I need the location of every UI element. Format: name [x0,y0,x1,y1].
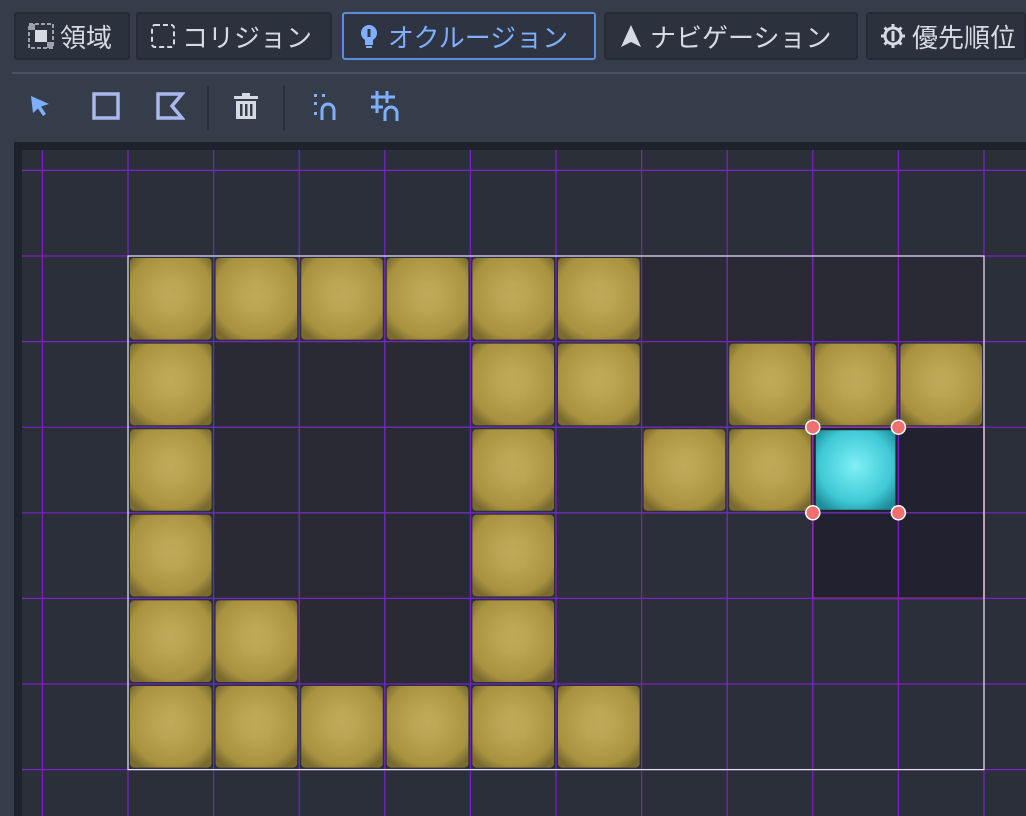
tile-detail [757,371,783,398]
empty-cell-region [213,427,471,513]
collision-shape-icon [150,23,176,49]
polygon-handle[interactable] [805,505,821,521]
tile-detail [928,371,955,398]
keep-inside-tile-button[interactable] [302,86,346,130]
tab-label: ナビゲーション [650,23,832,54]
priority-gear-icon [880,23,906,49]
tile-detail [157,542,184,569]
select-tool-button[interactable] [18,86,62,130]
tile-detail [157,628,184,655]
tab-bar: 領域 コリジョン オクルージョン ナビゲーション 優先順位 [0,0,1026,74]
polygon-handle[interactable] [890,419,907,435]
tile-detail [414,713,441,740]
tile-detail [500,542,527,569]
tile-editor-viewport[interactable] [14,142,1026,816]
grid-snap-button[interactable] [364,86,408,130]
tab-label: オクルージョン [388,23,569,54]
tab-collision[interactable]: コリジョン [136,12,332,60]
tile-detail [671,457,698,483]
tab-occlusion[interactable]: オクルージョン [342,12,596,60]
empty-cell-region [641,341,728,428]
tile-canvas[interactable] [22,150,1026,816]
tab-priority[interactable]: 優先順位 [866,12,1026,60]
tile-detail [414,285,441,312]
tile-detail [500,713,527,740]
tab-label: コリジョン [182,23,313,54]
tile-detail [243,713,270,740]
keep-inside-tile-icon [308,90,340,126]
tile-detail [157,457,184,483]
tile-detail [243,285,270,312]
toolbar [12,76,1026,140]
tab-label: 優先順位 [912,23,1017,54]
tab-bar-divider [12,72,1026,74]
tile-detail [157,285,184,312]
tile-detail [329,713,355,740]
tile-detail [757,457,783,483]
tile-detail [329,285,355,312]
tile-detail [585,713,612,740]
polygon-handle[interactable] [890,505,907,521]
polygon-tool-icon [155,91,186,125]
tile-detail [500,285,527,312]
tile-detail [585,371,612,398]
occlusion-bulb-icon [356,23,382,49]
delete-tool-button[interactable] [224,86,268,130]
tile-detail [500,628,527,655]
tile-detail [243,628,270,655]
empty-cell-region [213,341,471,428]
tile-detail [157,371,184,398]
tile-detail [842,371,869,398]
tile-detail [500,371,527,398]
region-grid-icon [28,23,54,49]
grid-snap-icon [369,89,403,127]
selected-tile [815,430,896,510]
tab-navigation[interactable]: ナビゲーション [604,12,858,60]
rectangle-tool-button[interactable] [84,86,128,130]
tile-detail [500,457,527,483]
rectangle-tool-icon [91,91,121,125]
polygon-handle[interactable] [805,419,821,435]
select-tool-icon [25,91,55,125]
empty-cell-region [213,512,471,599]
tile-detail [585,285,612,312]
delete-tool-icon [231,91,261,125]
toolbar-separator [283,86,285,130]
tab-label: 領域 [60,23,113,54]
tile-detail [157,713,184,740]
polygon-tool-button[interactable] [148,86,192,130]
tab-region[interactable]: 領域 [14,12,130,60]
toolbar-separator [207,86,209,130]
navigation-arrow-icon [618,23,644,49]
